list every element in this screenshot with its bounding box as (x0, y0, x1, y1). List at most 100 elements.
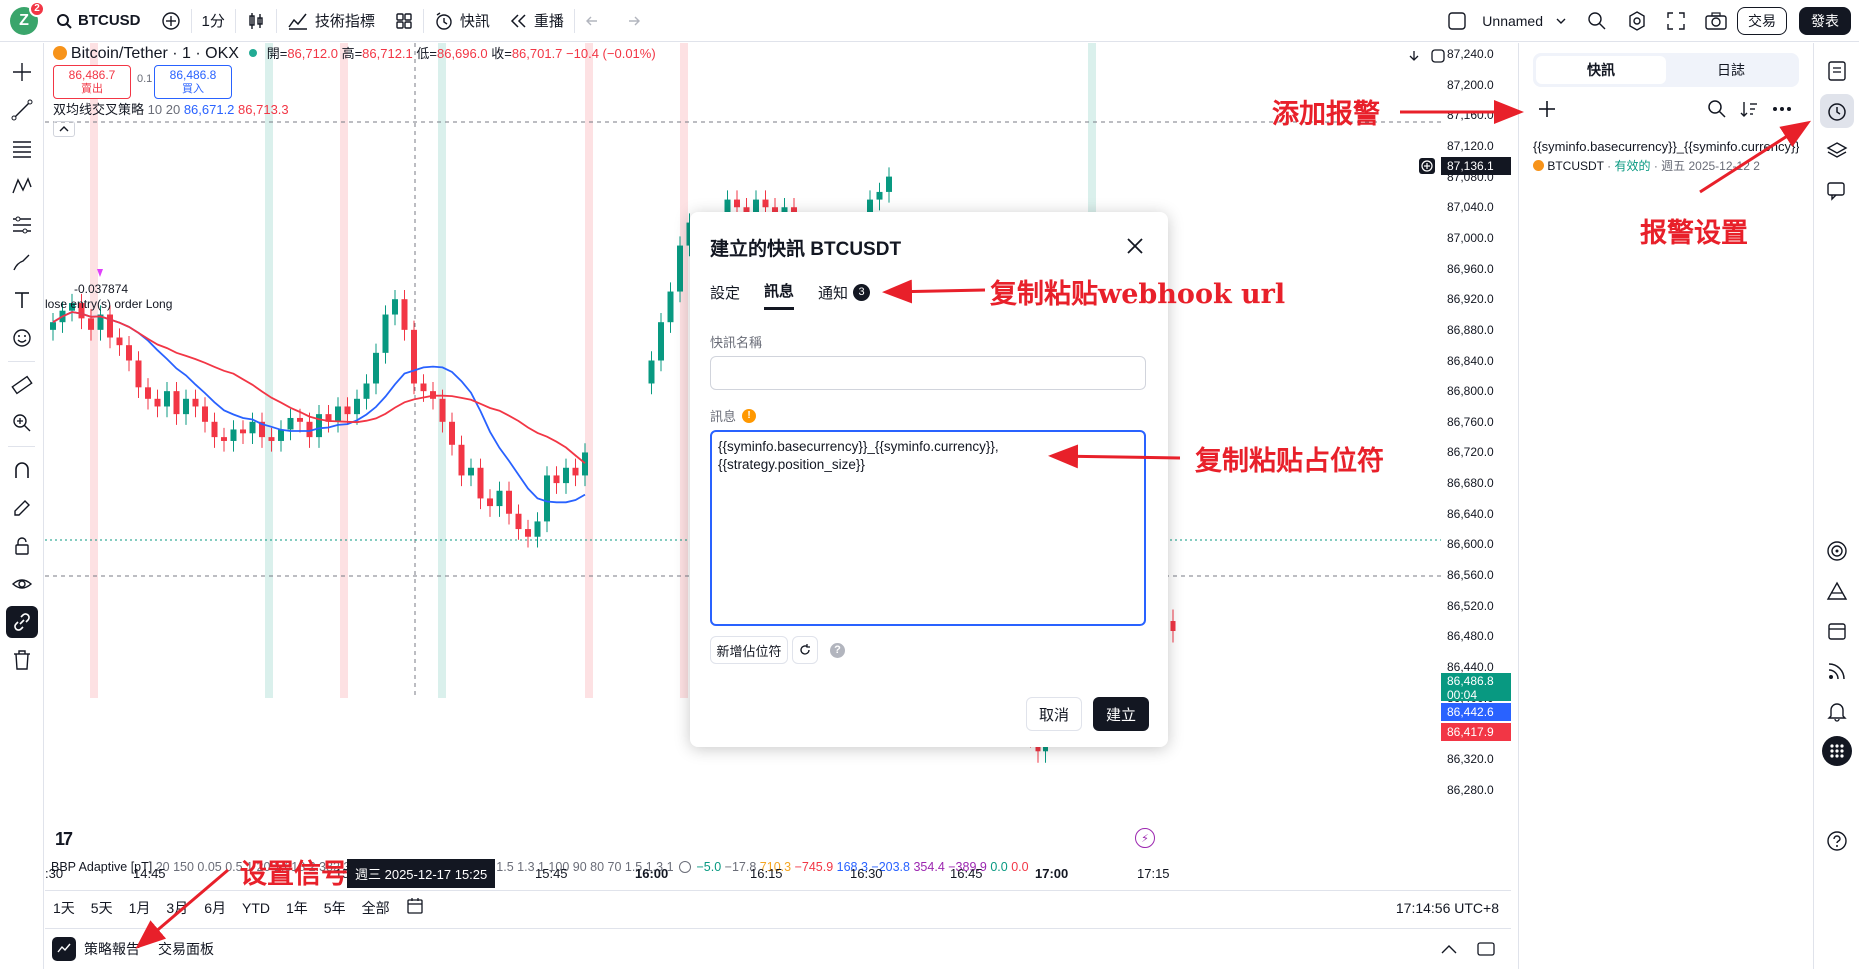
candle-body (506, 490, 512, 514)
chevron-up-icon[interactable] (1441, 944, 1457, 954)
range-1d[interactable]: 1天 (45, 898, 83, 918)
range-5y[interactable]: 5年 (316, 898, 354, 918)
undo-button[interactable] (575, 0, 613, 42)
interval-button[interactable]: 1分 (192, 0, 235, 42)
alerts-panel: 快訊 日誌 {{syminfo.basecurrency}}_{{syminfo… (1518, 43, 1813, 969)
text-tool[interactable] (0, 281, 44, 319)
publish-button[interactable]: 發表 (1799, 6, 1851, 35)
tab-notifications[interactable]: 通知 3 (818, 280, 871, 310)
alerts-rail-button[interactable] (1814, 91, 1859, 131)
tradingview-logo[interactable]: 17 (55, 829, 73, 850)
lightning-icon[interactable]: ⚡ (1135, 828, 1155, 848)
collapse-legend-button[interactable] (53, 121, 75, 137)
tab-alerts[interactable]: 快訊 (1536, 56, 1666, 84)
reset-scale-icon[interactable] (1431, 49, 1445, 63)
symbol-search[interactable]: BTCUSD (46, 0, 151, 42)
range-1y[interactable]: 1年 (278, 898, 316, 918)
trendline-tool[interactable] (0, 91, 44, 129)
tab-strategy-report[interactable]: 策略報告 (84, 939, 140, 959)
sell-button[interactable]: 86,486.7 賣出 (53, 65, 131, 99)
help-button[interactable] (1814, 821, 1859, 861)
magnet-tool[interactable] (0, 451, 44, 489)
rewind-icon (510, 13, 526, 28)
emoji-tool[interactable] (0, 319, 44, 357)
remove-drawings-tool[interactable] (0, 641, 44, 679)
chats-button[interactable] (1814, 171, 1859, 211)
add-alert-button[interactable] (1535, 97, 1559, 121)
replay-button[interactable]: 重播 (500, 0, 574, 42)
annotation-paste-webhook: 复制粘贴webhook url (990, 279, 1286, 310)
range-3m[interactable]: 3月 (158, 898, 196, 918)
layers-icon (1826, 142, 1848, 158)
tab-message[interactable]: 訊息 (764, 280, 795, 310)
candle-body (382, 314, 389, 353)
buy-button[interactable]: 86,486.8 買入 (154, 65, 232, 99)
tab-trading-panel[interactable]: 交易面板 (158, 939, 214, 959)
snapshot-button[interactable] (1695, 0, 1737, 42)
user-avatar[interactable]: Z2 (10, 0, 45, 35)
alert-item[interactable]: {{syminfo.basecurrency}}_{{syminfo.curre… (1533, 139, 1799, 174)
warning-icon[interactable]: ! (742, 408, 757, 423)
goto-date-button[interactable] (398, 897, 432, 918)
indicators-button[interactable]: 技術指標 (277, 0, 385, 42)
cancel-button[interactable]: 取消 (1026, 697, 1082, 731)
range-5d[interactable]: 5天 (83, 898, 121, 918)
more-options-button[interactable] (1771, 99, 1793, 124)
ideas-button[interactable] (1814, 571, 1859, 611)
fullscreen-button[interactable] (1657, 0, 1695, 42)
hotlists-button[interactable] (1814, 531, 1859, 571)
chart-type-button[interactable] (236, 0, 276, 42)
crosshair-tool[interactable] (0, 53, 44, 91)
scroll-down-arrow-icon[interactable] (1407, 49, 1421, 63)
trade-button[interactable]: 交易 (1737, 6, 1787, 35)
range-1m[interactable]: 1月 (121, 898, 159, 918)
price-axis-label: 86,520.0 (1447, 598, 1494, 613)
add-alert-plus-button[interactable] (1419, 158, 1435, 174)
hide-drawings-tool[interactable] (0, 565, 44, 603)
range-6m[interactable]: 6月 (196, 898, 234, 918)
smiley-icon (13, 329, 31, 347)
alerts-button[interactable]: 快訊 (424, 0, 500, 42)
brush-tool[interactable] (0, 243, 44, 281)
range-ytd[interactable]: YTD (234, 900, 278, 916)
help-icon[interactable]: ? (830, 643, 845, 658)
object-tree-button[interactable] (1814, 131, 1859, 171)
tab-settings[interactable]: 設定 (710, 280, 740, 310)
sort-alerts-button[interactable] (1739, 99, 1759, 124)
notifications-button[interactable] (1814, 691, 1859, 731)
fib-tool[interactable] (0, 129, 44, 167)
compare-button[interactable] (151, 0, 191, 42)
maximize-panel-icon[interactable] (1477, 941, 1495, 957)
templates-button[interactable] (385, 0, 423, 42)
quick-search-button[interactable] (1577, 0, 1617, 42)
apps-button[interactable] (1814, 731, 1859, 771)
lock-drawings-tool[interactable] (0, 527, 44, 565)
settings-button[interactable] (1617, 0, 1657, 42)
calendar-button[interactable] (1814, 611, 1859, 651)
annotation-add-alert: 添加报警 (1272, 99, 1380, 130)
tab-log[interactable]: 日誌 (1666, 56, 1796, 84)
layout-selector[interactable]: Unnamed (1438, 0, 1577, 42)
redo-button[interactable] (613, 0, 651, 42)
sync-drawings-tool[interactable] (0, 603, 44, 641)
stay-drawing-tool[interactable] (0, 489, 44, 527)
strategy-icon[interactable] (52, 937, 76, 961)
forecast-tool[interactable] (0, 205, 44, 243)
candle-body (582, 452, 588, 476)
measure-tool[interactable] (0, 366, 44, 404)
chevron-down-icon (1556, 18, 1566, 24)
add-placeholder-button[interactable]: 新增佔位符 (710, 636, 788, 664)
news-feed-button[interactable] (1814, 651, 1859, 691)
range-all[interactable]: 全部 (354, 898, 398, 918)
zoom-tool[interactable] (0, 404, 44, 442)
close-dialog-button[interactable] (1121, 232, 1149, 260)
message-textarea[interactable]: {{syminfo.basecurrency}}_{{syminfo.curre… (710, 430, 1146, 626)
search-alerts-button[interactable] (1707, 99, 1727, 124)
watchlist-button[interactable] (1814, 51, 1859, 91)
alert-name-input[interactable] (710, 356, 1146, 390)
create-button[interactable]: 建立 (1093, 697, 1149, 731)
timezone-clock[interactable]: 17:14:56 UTC+8 (1396, 900, 1499, 916)
strategy-legend[interactable]: 双均线交叉策略 10 20 86,671.2 86,713.3 (53, 99, 289, 118)
pattern-tool[interactable] (0, 167, 44, 205)
reset-message-button[interactable] (792, 636, 818, 664)
